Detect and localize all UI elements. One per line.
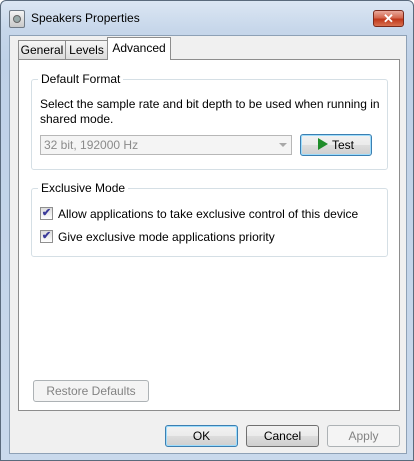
sample-rate-dropdown[interactable]: 32 bit, 192000 Hz <box>40 135 292 155</box>
exclusive-priority-checkbox[interactable]: ✔ <box>40 230 53 243</box>
exclusive-control-label[interactable]: Allow applications to take exclusive con… <box>58 206 358 222</box>
play-icon <box>317 138 328 150</box>
ok-button[interactable]: OK <box>165 425 238 447</box>
apply-button[interactable]: Apply <box>327 425 400 447</box>
close-button[interactable]: ✕ <box>373 10 404 27</box>
window-title: Speakers Properties <box>31 11 140 25</box>
advanced-tab-panel: Default Format Select the sample rate an… <box>18 59 400 411</box>
cancel-button[interactable]: Cancel <box>246 425 319 447</box>
properties-window: Speakers Properties ✕ General Levels Adv… <box>0 0 414 461</box>
default-format-heading: Default Format <box>38 72 124 86</box>
default-format-description: Select the sample rate and bit depth to … <box>40 97 380 126</box>
title-bar[interactable]: Speakers Properties ✕ <box>1 1 413 35</box>
tab-levels[interactable]: Levels <box>65 40 108 59</box>
speaker-icon <box>9 10 25 28</box>
chevron-down-icon <box>279 143 287 147</box>
exclusive-priority-label[interactable]: Give exclusive mode applications priorit… <box>58 229 275 245</box>
exclusive-mode-heading: Exclusive Mode <box>38 181 129 195</box>
exclusive-control-checkbox[interactable]: ✔ <box>40 207 53 220</box>
test-button-label: Test <box>331 138 354 152</box>
default-format-group: Default Format Select the sample rate an… <box>31 72 388 170</box>
tab-general[interactable]: General <box>18 40 66 59</box>
test-button[interactable]: Test <box>300 134 372 156</box>
exclusive-mode-group: Exclusive Mode ✔ Allow applications to t… <box>31 181 388 257</box>
restore-defaults-button[interactable]: Restore Defaults <box>33 380 149 402</box>
dialog-client-area: General Levels Advanced Default Format S… <box>9 35 407 454</box>
sample-rate-value: 32 bit, 192000 Hz <box>44 138 139 152</box>
tab-advanced[interactable]: Advanced <box>107 37 171 60</box>
